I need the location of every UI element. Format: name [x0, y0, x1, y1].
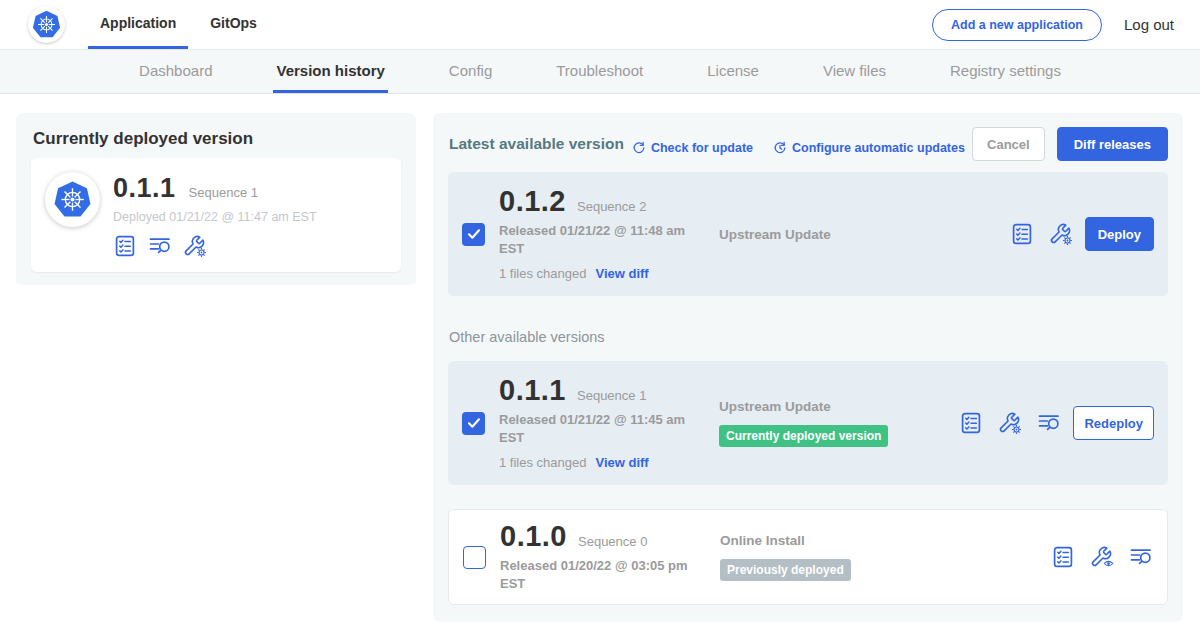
preflight-checks-icon[interactable] [1051, 545, 1075, 569]
version-checkbox[interactable] [462, 412, 485, 435]
nav-application[interactable]: Application [88, 0, 188, 49]
version-number: 0.1.0 [500, 522, 567, 551]
view-config-icon[interactable] [1090, 545, 1114, 569]
version-number: 0.1.2 [499, 187, 566, 216]
tab-version-history[interactable]: Version history [273, 50, 387, 93]
deployed-version-card: 0.1.1 Sequence 1 Deployed 01/21/22 @ 11:… [31, 158, 401, 272]
sequence-label: Sequence 1 [577, 388, 646, 403]
preflight-checks-icon[interactable] [959, 411, 983, 435]
logout-link[interactable]: Log out [1124, 16, 1174, 33]
cancel-button[interactable]: Cancel [972, 127, 1045, 161]
currently-deployed-badge: Currently deployed version [719, 425, 888, 447]
app-icon [45, 172, 100, 227]
view-diff-link[interactable]: View diff [595, 455, 648, 470]
deployed-version-number: 0.1.1 [113, 174, 176, 202]
auto-update-icon [772, 140, 788, 156]
available-versions-panel: Latest available version Check for updat… [433, 113, 1183, 622]
tab-troubleshoot[interactable]: Troubleshoot [553, 50, 646, 93]
tab-dashboard[interactable]: Dashboard [136, 50, 215, 93]
tab-config[interactable]: Config [446, 50, 495, 93]
sequence-label: Sequence 2 [577, 199, 646, 214]
version-source: Upstream Update [719, 399, 959, 414]
edit-config-icon[interactable] [183, 234, 207, 258]
view-logs-icon[interactable] [148, 234, 172, 258]
released-date: Released 01/21/22 @ 11:45 am EST [499, 411, 691, 446]
tab-license[interactable]: License [704, 50, 762, 93]
version-row-0-1-0: 0.1.0 Sequence 0 Released 01/20/22 @ 03:… [448, 509, 1168, 605]
version-row-0-1-1: 0.1.1 Sequence 1 Released 01/21/22 @ 11:… [448, 361, 1168, 485]
deployed-date: Deployed 01/21/22 @ 11:47 am EST [113, 210, 317, 224]
view-logs-icon[interactable] [1129, 545, 1153, 569]
files-changed: 1 files changed [499, 266, 586, 281]
version-checkbox[interactable] [462, 223, 485, 246]
deployed-sequence-label: Sequence 1 [189, 185, 258, 200]
currently-deployed-panel: Currently deployed version 0.1.1 Sequenc… [16, 113, 416, 285]
top-nav: Application GitOps [88, 0, 279, 49]
diff-releases-button[interactable]: Diff releases [1057, 127, 1168, 161]
version-row-0-1-2: 0.1.2 Sequence 2 Released 01/21/22 @ 11:… [448, 172, 1168, 296]
tab-view-files[interactable]: View files [820, 50, 889, 93]
redeploy-button[interactable]: Redeploy [1073, 406, 1154, 440]
add-new-application-button[interactable]: Add a new application [932, 9, 1102, 41]
check-for-update-link[interactable]: Check for update [631, 140, 753, 156]
view-diff-link[interactable]: View diff [595, 266, 648, 281]
deployed-panel-title: Currently deployed version [33, 129, 401, 149]
latest-available-title: Latest available version [449, 135, 624, 153]
version-number: 0.1.1 [499, 376, 566, 405]
nav-gitops[interactable]: GitOps [198, 0, 269, 49]
sequence-label: Sequence 0 [578, 534, 647, 549]
view-logs-icon[interactable] [1037, 411, 1061, 435]
version-source: Upstream Update [719, 227, 1010, 242]
files-changed: 1 files changed [499, 455, 586, 470]
app-subnav-tabs: Dashboard Version history Config Trouble… [0, 49, 1200, 94]
kubernetes-logo-icon [31, 9, 62, 40]
released-date: Released 01/21/22 @ 11:48 am EST [499, 222, 691, 257]
version-checkbox[interactable] [463, 546, 486, 569]
released-date: Released 01/20/22 @ 03:05 pm EST [500, 557, 692, 592]
other-available-versions-title: Other available versions [449, 329, 1166, 345]
tab-registry-settings[interactable]: Registry settings [947, 50, 1064, 93]
edit-config-icon[interactable] [1049, 222, 1073, 246]
previously-deployed-badge: Previously deployed [720, 559, 851, 581]
preflight-checks-icon[interactable] [1010, 222, 1034, 246]
version-source: Online Install [720, 533, 1051, 548]
preflight-checks-icon[interactable] [113, 234, 137, 258]
configure-automatic-updates-link[interactable]: Configure automatic updates [772, 140, 965, 156]
refresh-icon [631, 140, 647, 156]
kubernetes-app-icon [52, 179, 93, 220]
edit-config-icon[interactable] [998, 411, 1022, 435]
app-logo [28, 0, 65, 49]
deploy-button[interactable]: Deploy [1085, 217, 1154, 251]
top-navigation-bar: Application GitOps Add a new application… [0, 0, 1200, 49]
